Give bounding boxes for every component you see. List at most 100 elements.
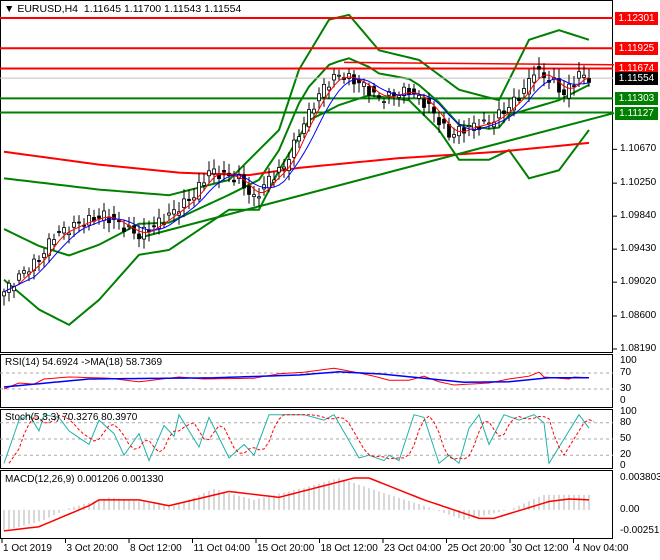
candle-body — [247, 185, 251, 195]
stoch-axis-label: 100 — [620, 406, 637, 417]
candle-body — [232, 179, 236, 183]
rsi-axis-label: 70 — [620, 367, 632, 378]
candle-body — [137, 233, 141, 240]
stoch-axis-label: 80 — [620, 416, 632, 428]
level-price-tag: 1.11303 — [615, 92, 658, 106]
date-axis-label: 11 Oct 04:00 — [193, 543, 251, 554]
price-axis-label: 1.09430 — [620, 243, 657, 255]
date-axis-label: 4 Nov 04:00 — [574, 543, 629, 554]
candle-body — [572, 85, 576, 88]
candle-body — [7, 282, 11, 293]
macd-label: MACD(12,26,9) 0.001206 0.001330 — [5, 474, 164, 485]
candle-body — [582, 74, 586, 78]
rsi-axis-label: 100 — [620, 355, 637, 366]
candle-body — [337, 74, 341, 77]
candle-body — [447, 123, 451, 138]
candle-body — [367, 86, 371, 96]
candle-body — [292, 139, 296, 158]
date-axis-label: 8 Oct 12:00 — [130, 543, 182, 554]
candle-body — [22, 270, 26, 274]
price-axis-label: 1.08600 — [620, 309, 657, 321]
date-axis-label: 25 Oct 20:00 — [447, 543, 505, 554]
candle-body — [437, 117, 441, 126]
candle-body — [52, 239, 56, 246]
price-axis-label: 1.08190 — [620, 343, 657, 354]
resistance-segment — [343, 61, 615, 66]
rsi-axis-label: 0 — [620, 395, 626, 406]
rsi-axis-label: 30 — [620, 383, 632, 394]
dropdown-triangle-icon[interactable]: ▼ — [4, 3, 14, 15]
level-price-tag: 1.11925 — [615, 42, 658, 56]
candle-body — [97, 215, 101, 219]
candle-body — [217, 174, 221, 179]
candle-body — [327, 86, 331, 91]
candle-body — [172, 209, 176, 215]
candle-body — [72, 221, 76, 228]
candle-body — [297, 136, 301, 142]
candle-body — [57, 231, 61, 233]
candle-body — [407, 88, 411, 95]
candle-body — [562, 89, 566, 96]
candle-body — [442, 118, 446, 124]
date-axis-label: 30 Oct 12:00 — [511, 543, 569, 554]
candle-body — [312, 108, 316, 114]
candle-body — [212, 168, 216, 175]
chart-header: ▼ EURUSD,H4 1.11645 1.11700 1.11543 1.11… — [4, 3, 241, 15]
level-price-tag: 1.12301 — [615, 12, 658, 25]
price-axis-label: 1.10670 — [620, 143, 657, 155]
candle-body — [307, 109, 311, 128]
macd-signal-line — [3, 477, 590, 532]
candle-body — [62, 227, 66, 234]
candle-body — [532, 74, 536, 83]
candle-body — [37, 260, 41, 262]
candle-body — [347, 73, 351, 79]
bollinger-middle — [3, 57, 590, 257]
candle-body — [517, 98, 521, 101]
candle-body — [587, 78, 591, 83]
price-axis-label: 1.10250 — [620, 177, 657, 189]
candle-body — [432, 106, 436, 114]
candle-body — [452, 134, 456, 138]
date-axis-label: 1 Oct 2019 — [3, 543, 52, 554]
candle-body — [382, 101, 386, 104]
ohlc-values: 1.11645 1.11700 1.11543 1.11554 — [83, 3, 242, 15]
date-axis-label: 23 Oct 04:00 — [384, 543, 442, 554]
macd-axis-label: -0.00251 — [620, 525, 660, 536]
candle-body — [577, 71, 581, 79]
candle-body — [497, 109, 501, 119]
price-axis-label: 1.09840 — [620, 210, 657, 222]
candle-body — [167, 212, 171, 216]
date-axis-label: 15 Oct 20:00 — [257, 543, 315, 554]
candle-body — [202, 182, 206, 186]
candle-body — [77, 221, 81, 224]
candle-body — [252, 194, 256, 197]
candle-body — [422, 98, 426, 108]
date-axis-label: 18 Oct 12:00 — [320, 543, 378, 554]
candle-body — [67, 232, 71, 236]
rsi-ma-line — [3, 371, 589, 388]
candle-body — [467, 125, 471, 128]
candle-body — [17, 273, 21, 281]
candle-body — [362, 82, 366, 87]
candle-body — [222, 170, 226, 173]
candle-body — [417, 94, 421, 99]
stoch-axis-label: 0 — [620, 460, 626, 471]
macd-axis-label: 0.003803 — [620, 472, 660, 483]
candle-body — [182, 198, 186, 208]
candle-body — [257, 196, 261, 199]
candle-body — [122, 227, 126, 232]
main-pane-frame — [0, 0, 613, 353]
candle-body — [302, 123, 306, 134]
price-axis-label: 1.09020 — [620, 276, 657, 288]
stoch-axis-label: 20 — [620, 449, 632, 461]
candle-body — [152, 225, 156, 228]
candle-body — [502, 110, 506, 115]
candle-body — [522, 88, 526, 94]
candle-body — [377, 95, 381, 98]
candle-body — [537, 66, 541, 70]
level-price-tag: 1.11127 — [615, 106, 658, 120]
symbol-label: EURUSD,H4 — [17, 3, 79, 15]
candle-body — [2, 291, 6, 297]
candle-body — [482, 119, 486, 122]
candle-body — [42, 253, 46, 258]
